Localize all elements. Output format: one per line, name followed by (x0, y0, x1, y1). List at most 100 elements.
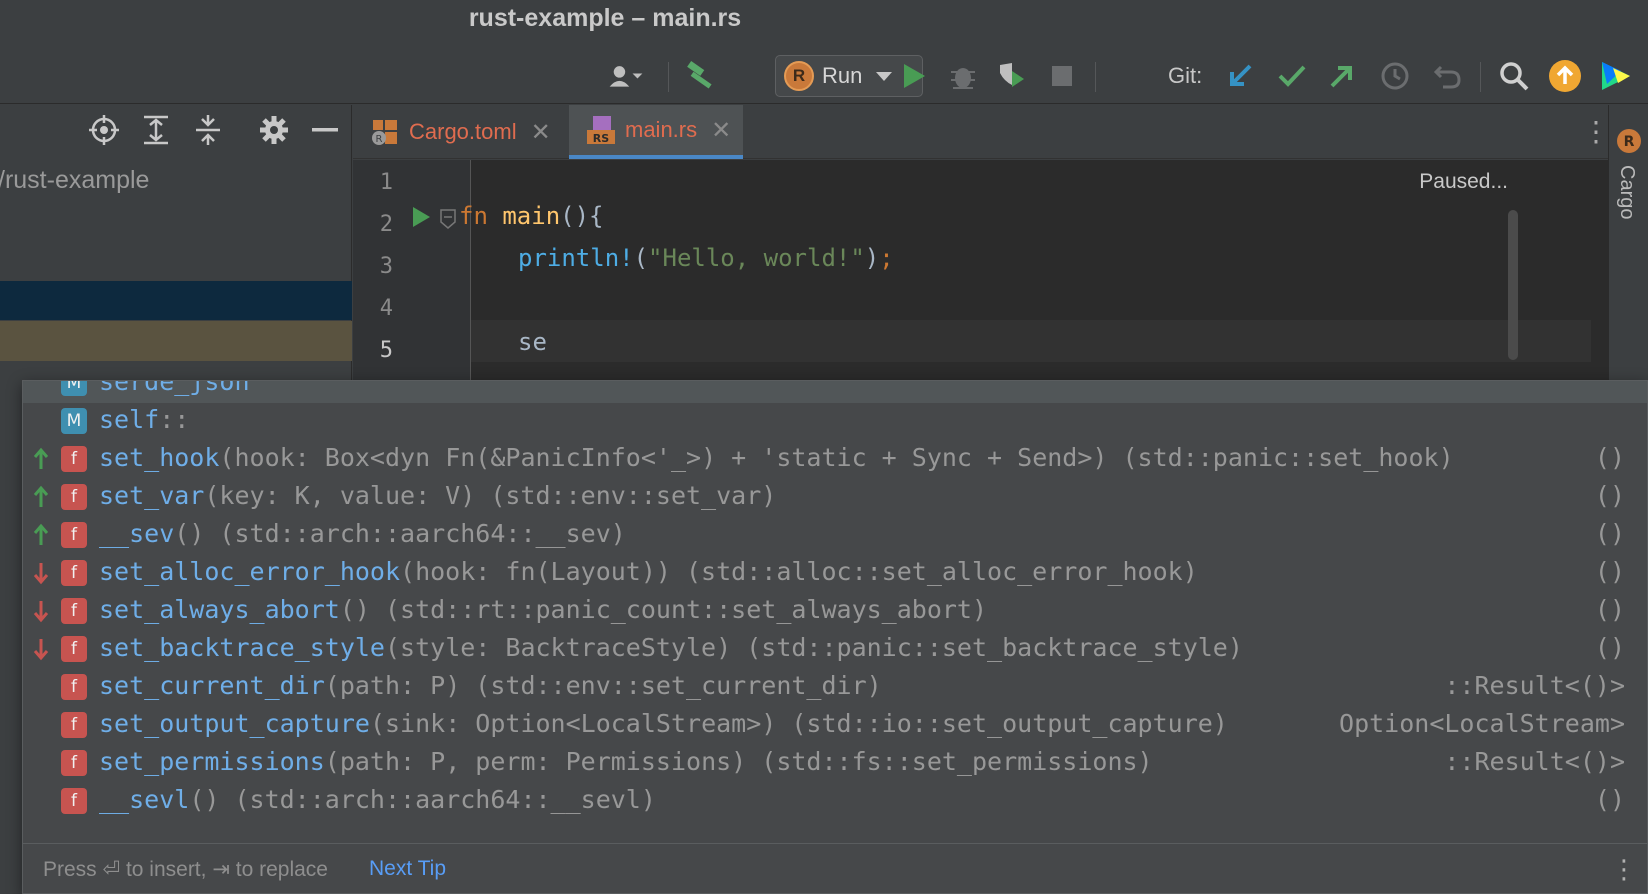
completion-item-name: set_current_dir (99, 671, 325, 700)
module-kind-icon: M (61, 408, 87, 434)
project-root-item[interactable]: /rust-example (0, 166, 149, 195)
more-vertical-icon[interactable]: ⋮ (1611, 854, 1637, 885)
cargo-tool-window-button[interactable]: R Cargo (1609, 115, 1648, 225)
svg-text:R: R (1624, 134, 1635, 150)
completion-item[interactable]: Mserde_json (23, 381, 1647, 403)
gear-icon[interactable] (257, 113, 291, 147)
run-gutter-icon[interactable] (411, 206, 431, 233)
completion-item-return-type: ::Result<()> (1444, 747, 1625, 776)
completion-item-name: serde_json (99, 381, 250, 396)
project-toolbar (0, 105, 352, 157)
completion-item[interactable]: f set_permissions(path: P, perm: Permissi… (23, 743, 1647, 783)
completion-item-text: __sev() (std::arch::aarch64::__sev) (99, 519, 626, 548)
more-vertical-icon[interactable]: ⋮ (1582, 115, 1610, 148)
rollback-icon[interactable] (1430, 58, 1466, 94)
rank-down-icon (33, 637, 49, 661)
svg-text:R: R (376, 134, 383, 145)
build-hammer-icon[interactable] (682, 58, 718, 94)
completion-item-name: set_var (99, 481, 205, 510)
code-completion-popup[interactable]: Mserde_json Mself:: f set_hook(hook: Box<dy… (22, 380, 1648, 894)
git-update-icon[interactable] (1222, 58, 1258, 94)
completion-item-signature: (style: BacktraceStyle) (std::panic::set… (384, 633, 1243, 662)
completion-item[interactable]: f set_output_capture(sink: Option<LocalSt… (23, 705, 1647, 745)
rank-up-icon (33, 485, 49, 509)
completion-list[interactable]: Mserde_json Mself:: f set_hook(hook: Box<dy… (23, 381, 1647, 843)
completion-item-signature: () (std::arch::aarch64::__sevl) (189, 785, 656, 814)
module-kind-icon: M (61, 381, 87, 396)
line-number: 3 (379, 254, 393, 279)
cargo-file-icon: R (371, 118, 399, 146)
stop-icon[interactable] (1044, 58, 1080, 94)
rank-down-icon (33, 561, 49, 585)
project-tree-row[interactable] (0, 321, 352, 361)
function-kind-icon: f (61, 750, 87, 776)
update-icon[interactable] (1547, 58, 1583, 94)
jetbrains-logo-icon[interactable] (1598, 58, 1634, 94)
line-number: 1 (379, 170, 393, 195)
completion-item-name: __sev (99, 519, 175, 548)
completion-item-text: set_backtrace_style(style: BacktraceStyl… (99, 633, 1243, 662)
locate-icon[interactable] (87, 113, 121, 147)
history-icon[interactable] (1377, 58, 1413, 94)
toolbar-separator (1095, 62, 1096, 92)
completion-item-signature: :: (159, 405, 190, 434)
rust-logo-icon: R (784, 61, 814, 91)
code-keyword: fn (459, 202, 488, 230)
chevron-down-icon (876, 71, 893, 81)
completion-item-text: set_permissions(path: P, perm: Permissio… (99, 747, 1153, 776)
minimize-icon[interactable] (308, 113, 342, 147)
git-label: Git: (1168, 63, 1203, 88)
run-icon[interactable] (896, 58, 932, 94)
code-punctuation: ; (879, 244, 894, 272)
function-kind-icon: f (61, 712, 87, 738)
toolbar-separator (668, 62, 669, 92)
code-function-name: main (502, 202, 561, 230)
search-icon[interactable] (1496, 58, 1532, 94)
code-punctuation: (){ (560, 202, 604, 230)
completion-item-name: self (99, 405, 160, 434)
editor-scrollbar[interactable] (1508, 210, 1518, 360)
completion-item-return-type: () (1594, 481, 1625, 510)
completion-item[interactable]: f set_alloc_error_hook(hook: fn(Layout)) … (23, 553, 1647, 593)
code-line-2: fn main(){ (459, 202, 604, 230)
completion-item-return-type: () (1594, 785, 1625, 814)
completion-item[interactable]: f set_current_dir(path: P) (std::env::set… (23, 667, 1647, 707)
git-commit-icon[interactable] (1274, 58, 1310, 94)
project-tree-row-selected[interactable] (0, 281, 352, 320)
completion-item-text: set_hook(hook: Box<dyn Fn(&PanicInfo<'_>… (99, 443, 1454, 472)
editor-status: Paused... (1419, 170, 1508, 193)
completion-item-text: serde_json (99, 381, 250, 396)
completion-item-return-type: Option<LocalStream> (1339, 709, 1625, 738)
completion-item[interactable]: f set_hook(hook: Box<dyn Fn(&PanicInfo<'_… (23, 439, 1647, 479)
debug-icon[interactable] (945, 58, 981, 94)
tab-main-rs[interactable]: RS main.rs ✕ (569, 105, 743, 159)
completion-item[interactable]: f set_backtrace_style(style: BacktraceSty… (23, 629, 1647, 669)
coverage-icon[interactable] (994, 58, 1030, 94)
expand-all-icon[interactable] (139, 113, 173, 147)
completion-item[interactable]: f set_var(key: K, value: V) (std::env::se… (23, 477, 1647, 517)
git-push-icon[interactable] (1324, 58, 1360, 94)
user-icon[interactable] (608, 58, 644, 94)
completion-item-text: set_alloc_error_hook(hook: fn(Layout)) (… (99, 557, 1198, 586)
close-icon[interactable]: ✕ (711, 116, 731, 145)
close-icon[interactable]: ✕ (531, 118, 551, 147)
tab-cargo-toml[interactable]: R Cargo.toml ✕ (353, 105, 558, 159)
completion-item-name: __sevl (99, 785, 190, 814)
fold-icon[interactable] (439, 208, 457, 235)
toolbar-separator (1480, 62, 1481, 92)
completion-item[interactable]: Mself:: (23, 401, 1647, 441)
collapse-all-icon[interactable] (191, 113, 225, 147)
line-number: 4 (379, 296, 393, 321)
completion-item-text: set_current_dir(path: P) (std::env::set_… (99, 671, 882, 700)
completion-item[interactable]: f set_always_abort() (std::rt::panic_coun… (23, 591, 1647, 631)
completion-item[interactable]: f __sev() (std::arch::aarch64::__sev) () (23, 515, 1647, 555)
completion-item-text: self:: (99, 405, 189, 434)
completion-item-text: set_var(key: K, value: V) (std::env::set… (99, 481, 776, 510)
completion-item-name: set_backtrace_style (99, 633, 385, 662)
next-tip-link[interactable]: Next Tip (369, 857, 446, 881)
window-title: rust-example – main.rs (468, 4, 742, 32)
code-punctuation: ) (864, 244, 880, 272)
completion-item[interactable]: f __sevl() (std::arch::aarch64::__sevl) () (23, 781, 1647, 821)
title-bar: rust-example – main.rs R Run Git: (0, 0, 1648, 104)
completion-item-name: set_always_abort (99, 595, 340, 624)
